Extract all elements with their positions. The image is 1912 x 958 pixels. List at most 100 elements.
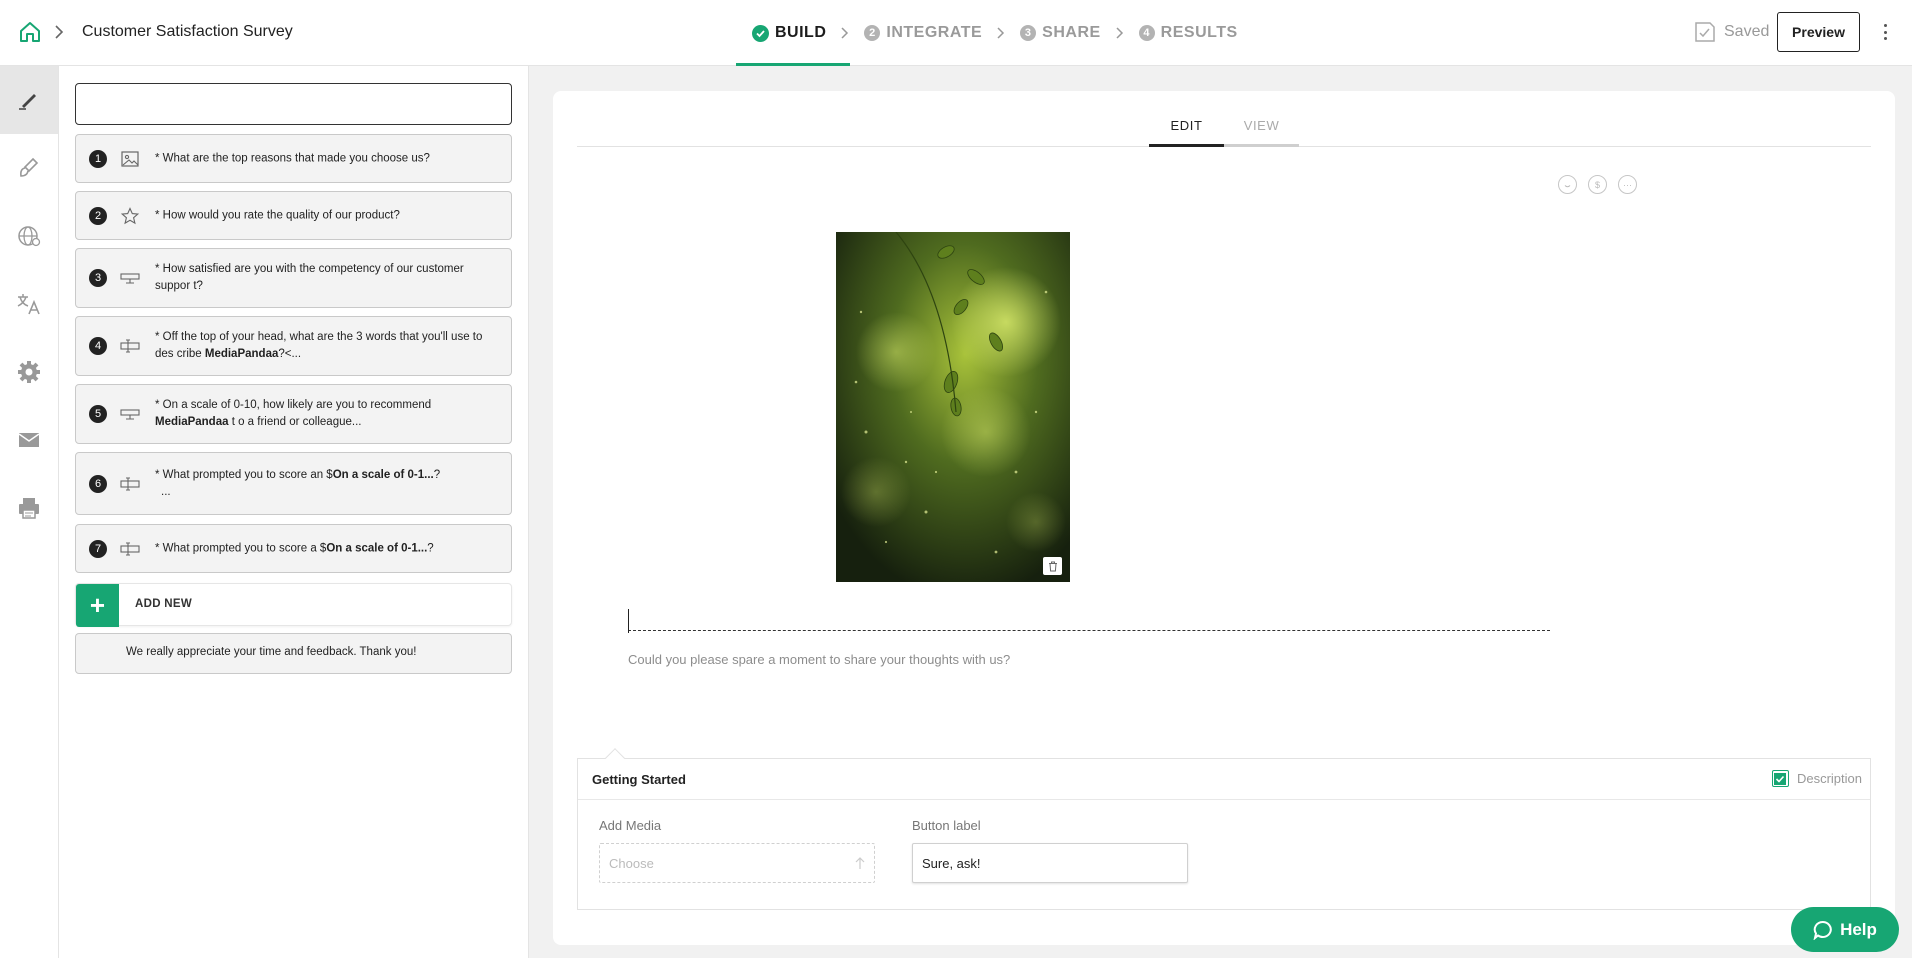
question-number: 1 <box>89 149 107 168</box>
question-text: * What prompted you to score an $On a sc… <box>155 468 441 498</box>
step-share[interactable]: 3 SHARE <box>1020 0 1101 66</box>
text-cursor <box>628 609 629 633</box>
button-label-input[interactable] <box>913 844 1187 882</box>
choose-placeholder: Choose <box>609 856 654 871</box>
plus-icon: + <box>76 584 119 627</box>
question-number: 7 <box>89 539 107 558</box>
checkbox-checked-icon[interactable] <box>1771 770 1789 787</box>
step-label: INTEGRATE <box>886 24 983 41</box>
printer-icon <box>19 498 39 519</box>
pen-icon <box>19 94 36 110</box>
rail-item-web[interactable] <box>0 202 58 270</box>
step-number: 4 <box>1138 25 1155 41</box>
question-number: 2 <box>89 206 107 225</box>
emoji-icon[interactable] <box>1558 175 1577 194</box>
scale-icon <box>120 409 140 420</box>
welcome-title-input[interactable] <box>628 609 1550 631</box>
step-build[interactable]: BUILD <box>735 0 851 66</box>
chat-bubble-icon <box>1813 920 1832 940</box>
tab-view[interactable]: VIEW <box>1224 115 1299 147</box>
chevron-right-icon <box>55 25 64 39</box>
chevron-right-icon <box>841 27 849 39</box>
question-text: * On a scale of 0-10, how likely are you… <box>155 399 432 428</box>
question-panel: 1 * What are the top reasons that made y… <box>59 66 529 958</box>
translate-icon <box>17 294 40 315</box>
getting-started-header: Getting Started Description <box>578 759 1870 800</box>
step-results[interactable]: 4 RESULTS <box>1138 0 1238 66</box>
help-button[interactable]: Help <box>1791 907 1899 952</box>
thank-you-text: We really appreciate your time and feedb… <box>126 646 417 658</box>
description-toggle[interactable]: Description <box>1771 770 1862 787</box>
question-text: * How would you rate the quality of our … <box>155 209 400 221</box>
survey-title[interactable]: Customer Satisfaction Survey <box>82 23 293 41</box>
saved-label: Saved <box>1724 23 1770 40</box>
question-card[interactable]: 2 * How would you rate the quality of ou… <box>75 191 512 240</box>
home-icon[interactable] <box>18 20 42 44</box>
upload-arrow-icon <box>855 857 865 869</box>
question-text: * What are the top reasons that made you… <box>155 152 430 164</box>
format-toolbar: $ ··· <box>1558 175 1637 194</box>
text-input-icon <box>120 339 140 353</box>
step-label: RESULTS <box>1160 24 1238 41</box>
left-rail <box>0 66 59 958</box>
rail-item-translate[interactable] <box>0 270 58 338</box>
question-number: 5 <box>89 405 107 423</box>
question-card[interactable]: 1 * What are the top reasons that made y… <box>75 134 512 183</box>
question-card[interactable]: 4 * Off the top of your head, what are t… <box>75 316 512 376</box>
text-input-icon <box>120 476 140 491</box>
question-card[interactable]: 3 * How satisfied are you with the compe… <box>75 248 512 308</box>
add-media-chooser[interactable]: Choose <box>599 843 875 883</box>
chevron-right-icon <box>997 27 1005 39</box>
editor-tabs: EDIT VIEW <box>577 91 1871 147</box>
star-icon <box>120 206 140 224</box>
top-bar: Customer Satisfaction Survey BUILD 2 INT… <box>0 0 1912 66</box>
scale-icon <box>120 273 140 284</box>
button-label-label: Button label <box>912 818 981 833</box>
getting-started-title: Getting Started <box>592 772 686 787</box>
button-label-field[interactable] <box>912 843 1188 883</box>
welcome-subtitle[interactable]: Could you please spare a moment to share… <box>628 652 1010 667</box>
tab-edit[interactable]: EDIT <box>1149 115 1224 147</box>
rail-item-email[interactable] <box>0 406 58 474</box>
description-label: Description <box>1796 771 1862 786</box>
question-text: * Off the top of your head, what are the… <box>155 331 483 360</box>
step-number: 3 <box>1020 25 1037 41</box>
text-input-icon <box>120 541 140 556</box>
add-new-question-button[interactable]: + ADD NEW <box>75 583 512 627</box>
question-card[interactable]: 5 * On a scale of 0-10, how likely are y… <box>75 384 512 444</box>
question-text: * How satisfied are you with the compete… <box>155 263 464 292</box>
step-number: 2 <box>864 25 881 41</box>
chevron-right-icon <box>1116 27 1123 39</box>
leaves-photo <box>836 232 1070 582</box>
question-number: 4 <box>89 337 107 355</box>
question-card[interactable]: 7 * What prompted you to score a $On a s… <box>75 524 512 573</box>
help-label: Help <box>1840 919 1877 939</box>
wizard-steps: BUILD 2 INTEGRATE 3 SHARE 4 RESULTS <box>735 0 1238 66</box>
welcome-image[interactable] <box>836 232 1070 582</box>
getting-started-panel: Getting Started Description Add Media Ch… <box>577 748 1871 910</box>
check-circle-icon <box>752 24 769 42</box>
more-menu-icon[interactable] <box>1880 22 1890 42</box>
saved-status: Saved <box>1694 20 1769 44</box>
rail-item-edit[interactable] <box>0 66 58 134</box>
rail-item-print[interactable] <box>0 474 58 542</box>
rail-item-theme[interactable] <box>0 134 58 202</box>
gear-icon <box>18 361 40 383</box>
thank-you-card[interactable]: We really appreciate your time and feedb… <box>75 633 512 674</box>
question-text: * What prompted you to score a $On a sca… <box>155 542 434 554</box>
preview-button[interactable]: Preview <box>1777 12 1860 52</box>
question-search-input[interactable] <box>75 83 512 125</box>
editor-canvas: EDIT VIEW $ ··· Could you please spare a… <box>553 91 1895 945</box>
step-label: SHARE <box>1042 24 1101 41</box>
question-card[interactable]: 6 * What prompted you to score an $On a … <box>75 452 512 515</box>
dollar-icon[interactable]: $ <box>1588 175 1607 194</box>
add-media-label: Add Media <box>599 818 662 833</box>
question-number: 3 <box>89 269 107 287</box>
trash-icon[interactable] <box>1043 557 1062 575</box>
globe-icon <box>18 226 41 247</box>
image-icon <box>121 150 139 167</box>
more-dots-icon[interactable]: ··· <box>1618 175 1637 194</box>
step-label: BUILD <box>775 24 827 41</box>
step-integrate[interactable]: 2 INTEGRATE <box>864 0 982 66</box>
rail-item-settings[interactable] <box>0 338 58 406</box>
